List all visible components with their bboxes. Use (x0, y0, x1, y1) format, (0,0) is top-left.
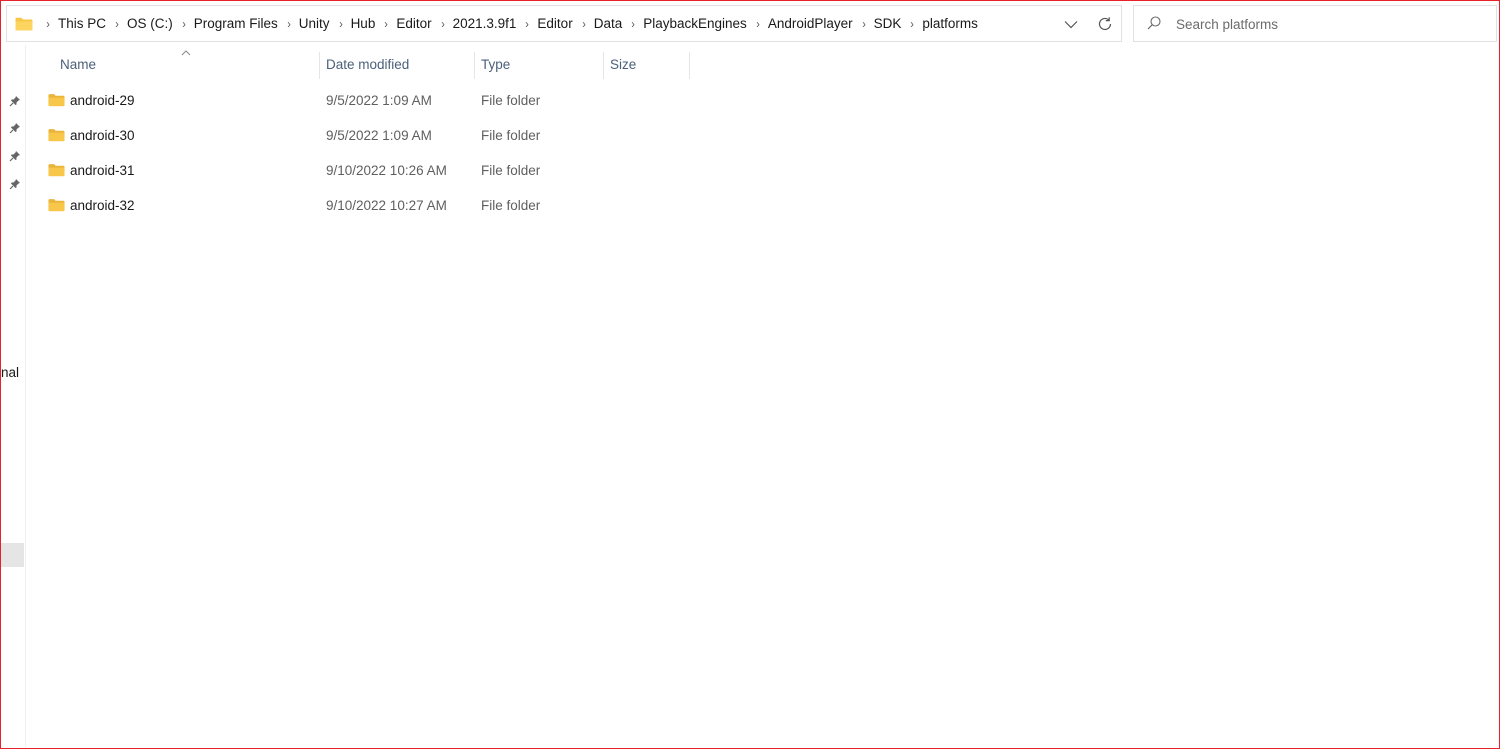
file-name: android-30 (70, 128, 135, 143)
column-header-type[interactable]: Type (481, 50, 510, 80)
breadcrumb-separator-icon[interactable]: › (911, 17, 915, 31)
file-type: File folder (481, 198, 541, 213)
sort-ascending-icon (181, 50, 191, 56)
breadcrumb-item[interactable]: Editor (396, 16, 431, 31)
breadcrumb-item[interactable]: Unity (299, 16, 330, 31)
file-type: File folder (481, 163, 541, 178)
address-bar[interactable]: › This PC › OS (C:) › Program Files › Unity › Hub… (6, 5, 1122, 42)
file-name: android-31 (70, 163, 135, 178)
breadcrumb-item[interactable]: platforms (922, 16, 978, 31)
column-header-size[interactable]: Size (610, 50, 636, 80)
file-date-modified: 9/10/2022 10:26 AM (326, 163, 447, 178)
file-date-modified: 9/5/2022 1:09 AM (326, 128, 432, 143)
breadcrumb-item[interactable]: PlaybackEngines (643, 16, 747, 31)
folder-icon (48, 129, 65, 142)
breadcrumb-separator-icon[interactable]: › (385, 17, 389, 31)
file-type: File folder (481, 93, 541, 108)
refresh-icon[interactable] (1094, 13, 1116, 35)
folder-icon (15, 17, 33, 30)
breadcrumb-item[interactable]: Program Files (194, 16, 278, 31)
folder-icon (48, 164, 65, 177)
breadcrumb-separator-icon[interactable]: › (182, 17, 186, 31)
nav-item-selected[interactable] (1, 543, 24, 567)
search-box[interactable] (1133, 5, 1497, 42)
file-row[interactable]: android-29 9/5/2022 1:09 AM File folder (26, 84, 726, 119)
breadcrumb-item[interactable]: This PC (58, 16, 106, 31)
breadcrumb-item[interactable]: AndroidPlayer (768, 16, 853, 31)
file-date-modified: 9/10/2022 10:27 AM (326, 198, 447, 213)
breadcrumb-separator-icon[interactable]: › (631, 17, 635, 31)
pin-icon[interactable] (9, 150, 21, 162)
breadcrumb-separator-icon[interactable]: › (526, 17, 530, 31)
folder-icon (48, 199, 65, 212)
breadcrumb-item[interactable]: OS (C:) (127, 16, 173, 31)
breadcrumb-item[interactable]: Editor (537, 16, 572, 31)
breadcrumb-separator-icon[interactable]: › (287, 17, 291, 31)
file-type: File folder (481, 128, 541, 143)
breadcrumb-separator-icon[interactable]: › (441, 17, 445, 31)
column-headers: Name Date modified Type Size (26, 50, 926, 80)
file-date-modified: 9/5/2022 1:09 AM (326, 93, 432, 108)
column-header-date-modified[interactable]: Date modified (326, 50, 409, 80)
breadcrumb-separator-icon[interactable]: › (46, 17, 50, 31)
file-row[interactable]: android-31 9/10/2022 10:26 AM File folde… (26, 154, 726, 189)
file-row[interactable]: android-30 9/5/2022 1:09 AM File folder (26, 119, 726, 154)
breadcrumb-item[interactable]: Hub (351, 16, 376, 31)
nav-item-label[interactable]: nal (1, 365, 25, 380)
breadcrumb-item[interactable]: Data (594, 16, 623, 31)
column-divider[interactable] (319, 52, 320, 79)
breadcrumb-separator-icon[interactable]: › (862, 17, 866, 31)
breadcrumb-separator-icon[interactable]: › (339, 17, 343, 31)
breadcrumb-item[interactable]: SDK (874, 16, 902, 31)
pin-icon[interactable] (9, 122, 21, 134)
column-divider[interactable] (603, 52, 604, 79)
pin-icon[interactable] (9, 95, 21, 107)
file-name: android-29 (70, 93, 135, 108)
column-divider[interactable] (689, 52, 690, 79)
file-name: android-32 (70, 198, 135, 213)
file-row[interactable]: android-32 9/10/2022 10:27 AM File folde… (26, 189, 726, 224)
column-header-name[interactable]: Name (60, 50, 96, 80)
chevron-down-icon[interactable] (1061, 14, 1081, 34)
breadcrumb-item[interactable]: 2021.3.9f1 (453, 16, 517, 31)
breadcrumb-separator-icon[interactable]: › (756, 17, 760, 31)
navigation-pane[interactable]: nal (1, 45, 26, 747)
breadcrumb: › This PC › OS (C:) › Program Files › Unity › Hub… (37, 16, 978, 31)
pin-icon[interactable] (9, 178, 21, 190)
breadcrumb-separator-icon[interactable]: › (115, 17, 119, 31)
breadcrumb-separator-icon[interactable]: › (582, 17, 586, 31)
folder-icon (48, 94, 65, 107)
search-input[interactable] (1176, 14, 1476, 34)
search-icon (1147, 16, 1161, 30)
column-divider[interactable] (474, 52, 475, 79)
toolbar: › This PC › OS (C:) › Program Files › Unity › Hub… (1, 1, 1499, 45)
